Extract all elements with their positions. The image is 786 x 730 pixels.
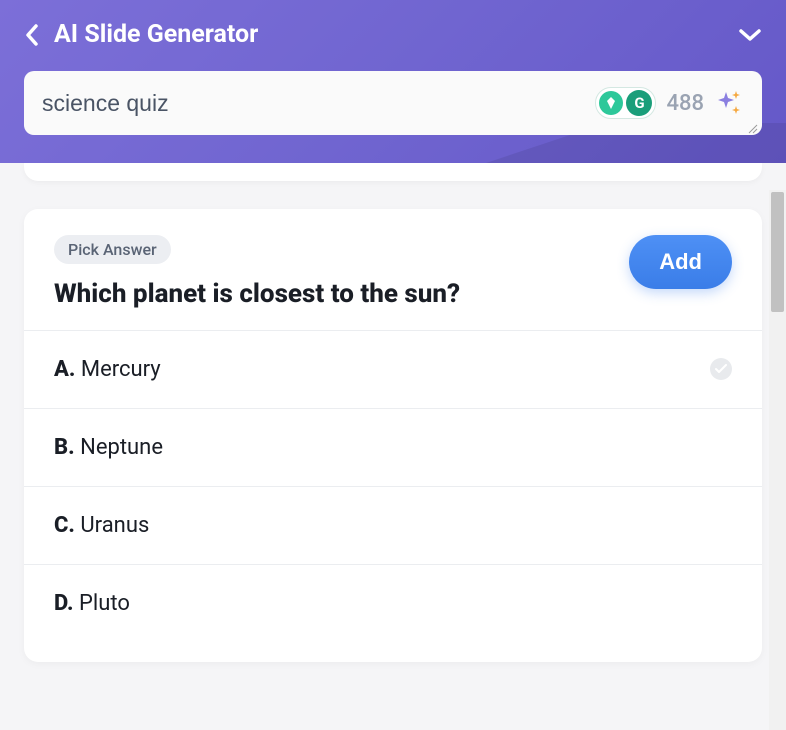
search-bar: G 488 [24, 71, 762, 135]
check-icon [710, 358, 732, 380]
character-counter: 488 [666, 91, 704, 116]
app-header: AI Slide Generator G 488 [0, 0, 786, 163]
option-text: A. Mercury [54, 357, 161, 382]
option-row[interactable]: C. Uranus [24, 487, 762, 565]
dropdown-toggle[interactable] [738, 23, 762, 47]
option-row[interactable]: D. Pluto [24, 565, 762, 642]
header-left: AI Slide Generator [24, 20, 258, 49]
option-letter: A. [54, 357, 75, 382]
option-row[interactable]: A. Mercury [24, 331, 762, 409]
option-row[interactable]: B. Neptune [24, 409, 762, 487]
header-top-row: AI Slide Generator [24, 20, 762, 49]
question-text: Which planet is closest to the sun? [54, 278, 629, 312]
content-area: Pick Answer Which planet is closest to t… [0, 163, 786, 662]
diamond-icon [599, 91, 623, 115]
resize-handle[interactable] [747, 120, 759, 132]
back-button[interactable] [24, 23, 40, 47]
question-info: Pick Answer Which planet is closest to t… [54, 235, 629, 312]
scrollbar-thumb[interactable] [771, 192, 784, 312]
grammarly-badge[interactable]: G [595, 87, 656, 119]
option-value: Uranus [80, 513, 149, 538]
option-letter: C. [54, 513, 75, 538]
option-value: Pluto [79, 591, 130, 616]
page-title: AI Slide Generator [54, 20, 258, 49]
search-input[interactable] [42, 90, 595, 117]
previous-card-stub [24, 163, 762, 181]
option-value: Mercury [81, 357, 161, 382]
question-type-badge: Pick Answer [54, 235, 171, 264]
g-icon: G [626, 90, 652, 116]
options-list: A. Mercury B. Neptune C. Uranus [24, 330, 762, 642]
option-text: D. Pluto [54, 591, 130, 616]
option-text: C. Uranus [54, 513, 149, 538]
search-actions: G 488 [595, 87, 744, 119]
scrollbar[interactable] [769, 190, 786, 730]
question-header: Pick Answer Which planet is closest to t… [54, 235, 732, 312]
option-letter: B. [54, 435, 75, 460]
sparkle-icon[interactable] [714, 88, 744, 118]
option-value: Neptune [80, 435, 163, 460]
option-text: B. Neptune [54, 435, 163, 460]
question-card: Pick Answer Which planet is closest to t… [24, 209, 762, 662]
add-button[interactable]: Add [629, 235, 732, 289]
option-letter: D. [54, 591, 74, 616]
